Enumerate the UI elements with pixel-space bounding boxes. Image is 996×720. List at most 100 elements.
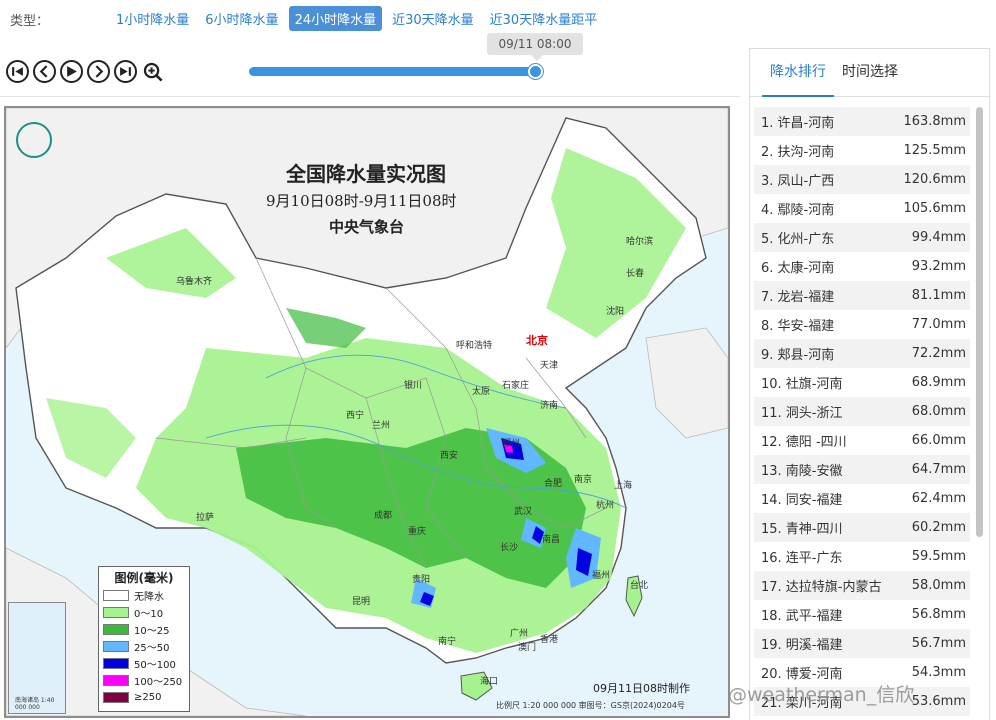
city-label: 乌鲁木齐: [176, 277, 213, 287]
ranking-row[interactable]: 6. 太康-河南 93.2mm: [754, 252, 970, 281]
ranking-value: 120.6mm: [903, 172, 966, 187]
city-label: 银川: [404, 381, 423, 391]
city-label: 台北: [630, 581, 649, 591]
ranking-row[interactable]: 10. 社旗-河南 68.9mm: [754, 368, 970, 397]
ranking-station: 19. 明溪-福建: [761, 638, 843, 653]
legend-swatch: [103, 658, 129, 669]
next-button[interactable]: [87, 60, 110, 83]
ranking-station: 9. 郏县-河南: [761, 348, 835, 363]
ranking-value: 56.8mm: [911, 607, 966, 622]
ranking-row[interactable]: 12. 德阳 -四川 66.0mm: [754, 426, 970, 455]
tab-30d-anomaly[interactable]: 近30天降水量距平: [484, 6, 604, 31]
legend-item: 50～100: [103, 655, 185, 672]
ranking-station: 1. 许昌-河南: [761, 116, 835, 131]
legend-label: 10～25: [134, 626, 170, 637]
ranking-value: 66.0mm: [911, 433, 966, 448]
ranking-row[interactable]: 9. 郏县-河南 72.2mm: [754, 339, 970, 368]
map-subtitle: 9月10日08时-9月11日08时: [266, 192, 457, 210]
city-label: 上海: [614, 481, 633, 491]
tab-1h-precip[interactable]: 1小时降水量: [110, 6, 195, 31]
ranking-station: 14. 同安-福建: [761, 493, 843, 508]
city-label: 海口: [480, 677, 499, 687]
ranking-value: 58.0mm: [911, 578, 966, 593]
cma-logo: [16, 122, 52, 158]
ranking-row[interactable]: 4. 鄢陵-河南 105.6mm: [754, 194, 970, 223]
last-frame-button[interactable]: [114, 60, 137, 83]
map-title: 全国降水量实况图: [286, 162, 446, 186]
ranking-row[interactable]: 2. 扶沟-河南 125.5mm: [754, 136, 970, 165]
timeline-track[interactable]: [249, 67, 537, 76]
chevron-right-icon: [95, 65, 104, 78]
play-button[interactable]: [60, 60, 83, 83]
scrollbar[interactable]: [976, 107, 983, 537]
ranking-row[interactable]: 18. 武平-福建 56.8mm: [754, 600, 970, 629]
city-label: 南昌: [542, 535, 561, 545]
ranking-station: 2. 扶沟-河南: [761, 145, 835, 160]
ranking-station: 10. 社旗-河南: [761, 377, 843, 392]
ranking-value: 59.5mm: [911, 549, 966, 564]
ranking-value: 68.0mm: [911, 404, 966, 419]
ranking-row[interactable]: 14. 同安-福建 62.4mm: [754, 484, 970, 513]
watermark: @weatherman_信欣: [728, 684, 915, 706]
ranking-value: 68.9mm: [911, 375, 966, 390]
zoom-in-icon: [143, 62, 162, 81]
legend-item: 100～250: [103, 672, 185, 689]
legend-title: 图例(毫米): [114, 571, 174, 585]
ranking-station: 5. 化州-广东: [761, 232, 835, 247]
ranking-row[interactable]: 3. 凤山-广西 120.6mm: [754, 165, 970, 194]
ranking-station: 12. 德阳 -四川: [761, 435, 847, 450]
ranking-value: 125.5mm: [903, 143, 966, 158]
ranking-row[interactable]: 17. 达拉特旗-内蒙古 58.0mm: [754, 571, 970, 600]
ranking-row[interactable]: 16. 连平-广东 59.5mm: [754, 542, 970, 571]
play-icon: [67, 66, 77, 77]
tab-24h-precip[interactable]: 24小时降水量: [288, 6, 383, 31]
tab-30d-precip[interactable]: 近30天降水量: [386, 6, 480, 31]
city-label: 拉萨: [196, 513, 215, 523]
legend-label: 25～50: [134, 643, 170, 654]
legend-swatch: [103, 675, 129, 686]
tab-ranking[interactable]: 降水排行: [762, 49, 834, 97]
ranking-station: 11. 洞头-浙江: [761, 406, 843, 421]
legend-label: 0～10: [134, 609, 164, 620]
legend-swatch: [103, 590, 129, 601]
ranking-row[interactable]: 8. 华安-福建 77.0mm: [754, 310, 970, 339]
tab-time-select[interactable]: 时间选择: [834, 49, 906, 97]
city-label: 合肥: [544, 479, 563, 489]
timeline-handle[interactable]: [528, 64, 543, 79]
city-capital: 北京: [526, 334, 548, 347]
playback-controls: [6, 60, 164, 83]
chevron-left-icon: [39, 65, 48, 78]
ranking-value: 62.4mm: [911, 491, 966, 506]
panel-tabs: 降水排行 时间选择: [750, 49, 989, 97]
ranking-station: 17. 达拉特旗-内蒙古: [761, 580, 882, 595]
ranking-station: 13. 南陵-安徽: [761, 464, 843, 479]
ranking-value: 99.4mm: [911, 230, 966, 245]
inset-caption: 南海诸岛 1:40 000 000: [15, 697, 55, 711]
ranking-value: 54.3mm: [911, 665, 966, 680]
tab-6h-precip[interactable]: 6小时降水量: [199, 6, 284, 31]
ranking-row[interactable]: 1. 许昌-河南 163.8mm: [754, 107, 970, 136]
legend-item: 无降水: [103, 587, 185, 604]
ranking-row[interactable]: 5. 化州-广东 99.4mm: [754, 223, 970, 252]
legend-swatch: [103, 641, 129, 652]
previous-button[interactable]: [33, 60, 56, 83]
city-label: 呼和浩特: [456, 341, 493, 351]
ranking-station: 18. 武平-福建: [761, 609, 843, 624]
ranking-row[interactable]: 13. 南陵-安徽 64.7mm: [754, 455, 970, 484]
precipitation-map[interactable]: 全国降水量实况图 9月10日08时-9月11日08时 中央气象台 北京 乌鲁木齐…: [4, 106, 730, 718]
city-label: 南京: [574, 475, 593, 485]
ranking-station: 15. 青神-四川: [761, 522, 843, 537]
ranking-row[interactable]: 15. 青神-四川 60.2mm: [754, 513, 970, 542]
ranking-row[interactable]: 11. 洞头-浙江 68.0mm: [754, 397, 970, 426]
ranking-station: 7. 龙岩-福建: [761, 290, 835, 305]
zoom-in-button[interactable]: [141, 60, 164, 83]
legend-label: 50～100: [134, 660, 176, 671]
city-label: 兰州: [372, 421, 391, 431]
first-frame-button[interactable]: [6, 60, 29, 83]
ranking-row[interactable]: 19. 明溪-福建 56.7mm: [754, 629, 970, 658]
ranking-value: 81.1mm: [911, 288, 966, 303]
city-label: 石家庄: [502, 381, 530, 391]
ranking-row[interactable]: 7. 龙岩-福建 81.1mm: [754, 281, 970, 310]
city-label: 哈尔滨: [626, 237, 654, 247]
legend-swatch: [103, 624, 129, 635]
